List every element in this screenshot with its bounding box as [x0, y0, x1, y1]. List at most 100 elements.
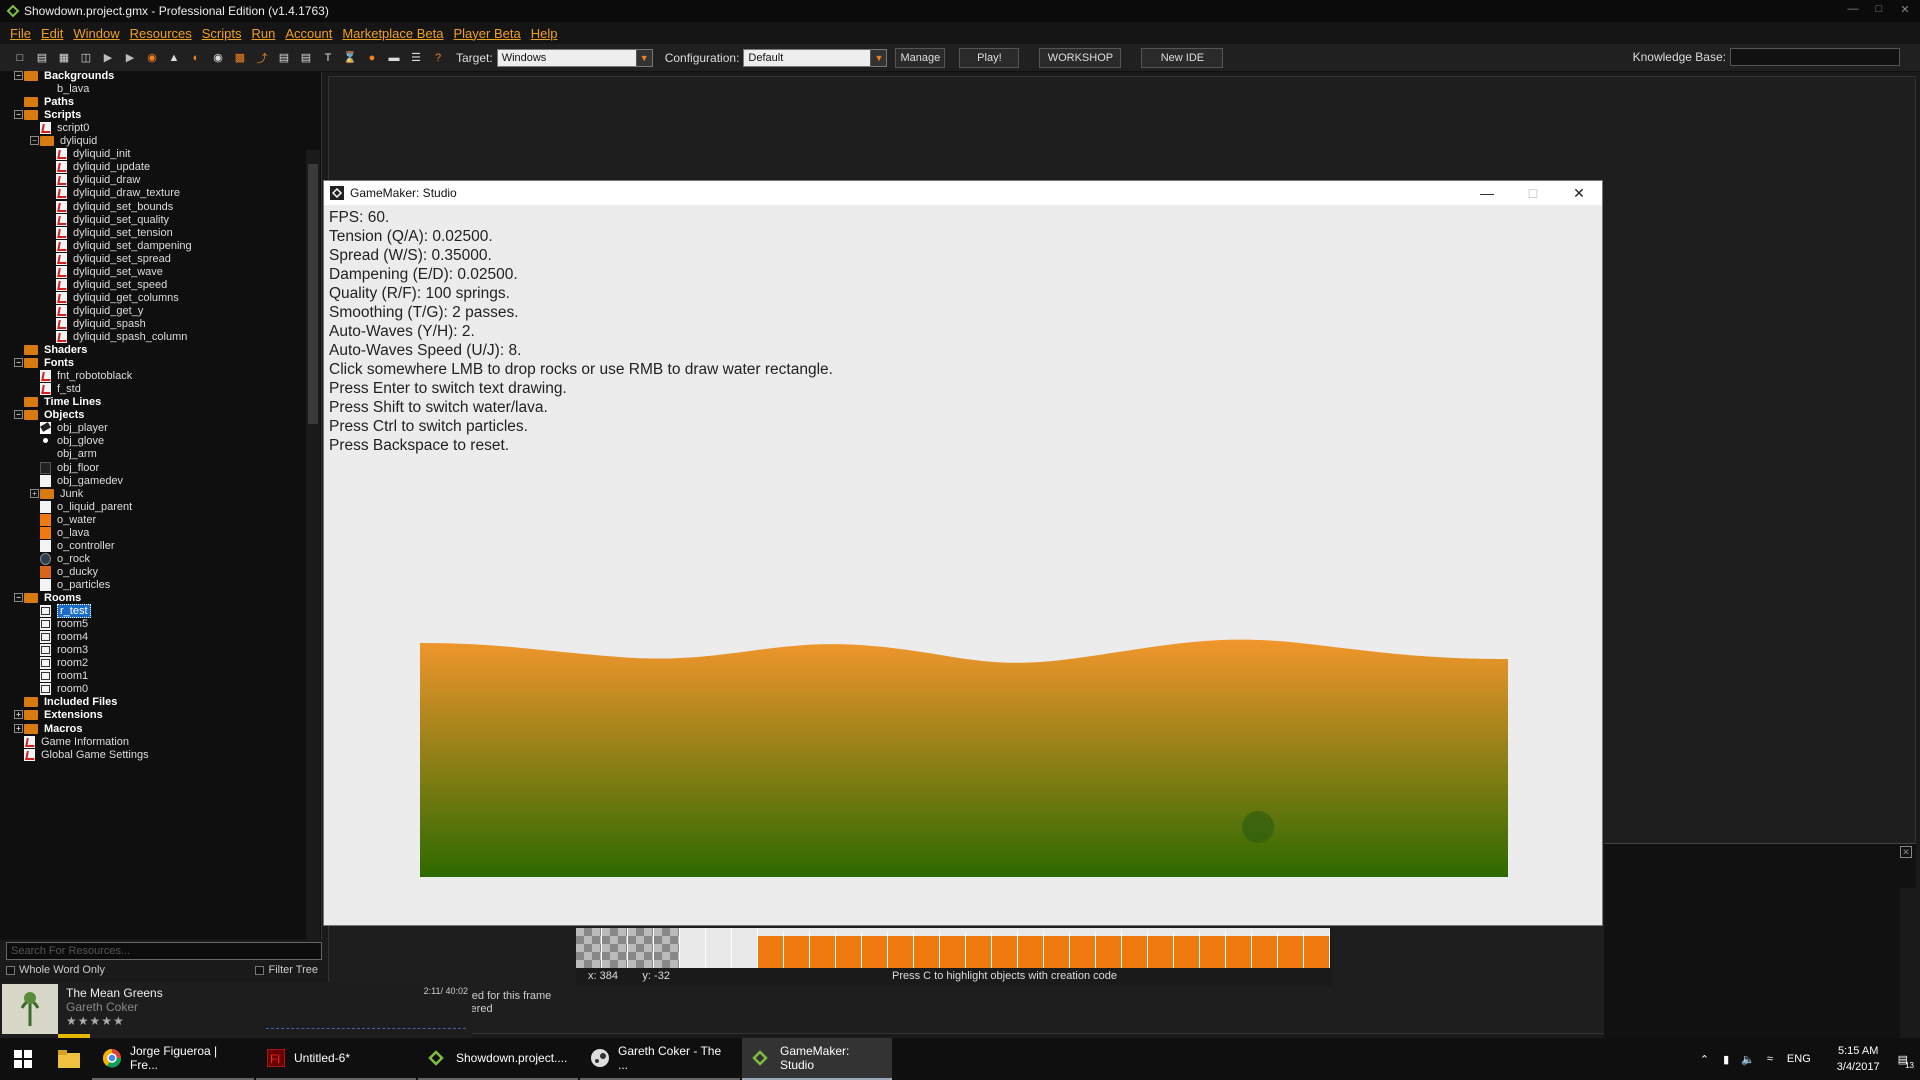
collapse-icon[interactable]: −: [14, 358, 23, 368]
object-icon[interactable]: ●: [364, 50, 380, 66]
network-icon[interactable]: ≈: [1767, 1053, 1773, 1065]
sprite-icon[interactable]: ◐: [188, 50, 204, 66]
checkbox[interactable]: [255, 965, 265, 975]
tile-swatch[interactable]: [992, 928, 1018, 968]
tile-swatch[interactable]: [1278, 928, 1304, 968]
menu-item-marketplace-beta[interactable]: Marketplace Beta: [342, 26, 443, 41]
taskbar-item[interactable]: Jorge Figueroa | Fre...: [92, 1038, 254, 1080]
collapse-icon[interactable]: −: [14, 110, 23, 120]
debug-icon[interactable]: ▶: [122, 50, 138, 66]
collapse-icon[interactable]: −: [14, 593, 23, 602]
resource-search-input[interactable]: Search For Resources...: [6, 942, 322, 960]
battery-icon[interactable]: ▮: [1723, 1053, 1729, 1066]
tree-item[interactable]: Global Game Settings: [24, 747, 149, 763]
tile-swatch[interactable]: [966, 928, 992, 968]
expand-icon[interactable]: +: [14, 710, 23, 720]
play-button[interactable]: Play!: [959, 47, 1020, 68]
tile-swatch[interactable]: [888, 928, 914, 968]
close-icon[interactable]: ✕: [1900, 846, 1912, 858]
chevron-down-icon[interactable]: ▼: [870, 49, 887, 66]
script-icon[interactable]: ▤: [276, 50, 292, 66]
path-icon[interactable]: ⤴: [254, 50, 270, 66]
background-icon[interactable]: ▩: [232, 50, 248, 66]
whole-word-option[interactable]: Whole Word Only: [6, 964, 105, 976]
font-icon[interactable]: T: [320, 50, 336, 66]
tile-swatch[interactable]: [1252, 928, 1278, 968]
start-button[interactable]: [0, 1038, 46, 1080]
tile-swatch[interactable]: [810, 928, 836, 968]
tile-swatch[interactable]: [862, 928, 888, 968]
tile-swatch[interactable]: [654, 928, 680, 968]
lava-surface[interactable]: [420, 181, 1508, 927]
menu-item-edit[interactable]: Edit: [41, 26, 63, 41]
menu-item-help[interactable]: Help: [531, 26, 558, 41]
language-indicator[interactable]: ENG: [1787, 1053, 1811, 1065]
tile-swatch[interactable]: [1018, 928, 1044, 968]
maximize-button[interactable]: □: [1868, 0, 1890, 18]
tile-swatch[interactable]: [1226, 928, 1252, 968]
file-explorer-button[interactable]: [46, 1038, 92, 1080]
menu-item-file[interactable]: File: [10, 26, 31, 41]
menu-item-run[interactable]: Run: [251, 26, 275, 41]
menu-item-account[interactable]: Account: [285, 26, 332, 41]
tile-swatch[interactable]: [940, 928, 966, 968]
tile-swatch[interactable]: [680, 928, 706, 968]
open-icon[interactable]: ▤: [34, 50, 50, 66]
scrollbar-thumb[interactable]: [308, 164, 318, 424]
tile-palette[interactable]: [576, 928, 1332, 968]
notification-icon[interactable]: ▤ 13: [1898, 1053, 1914, 1070]
taskbar-item[interactable]: GameMaker: Studio: [742, 1038, 892, 1080]
taskbar-item[interactable]: Gareth Coker - The ...: [580, 1038, 740, 1080]
menu-item-window[interactable]: Window: [73, 26, 119, 41]
save-icon[interactable]: ▦: [56, 50, 72, 66]
menu-item-scripts[interactable]: Scripts: [202, 26, 242, 41]
panel-scrollbar[interactable]: [1900, 888, 1916, 1038]
collapse-icon[interactable]: −: [30, 136, 39, 146]
tile-swatch[interactable]: [1174, 928, 1200, 968]
target-select[interactable]: Windows ▼: [496, 48, 653, 67]
tile-swatch[interactable]: [576, 928, 602, 968]
close-button[interactable]: ✕: [1894, 0, 1916, 18]
manage-button[interactable]: Manage: [895, 47, 946, 68]
timeline-icon[interactable]: ⌛: [342, 50, 358, 66]
clock[interactable]: 5:15 AM 3/4/2017: [1837, 1043, 1880, 1075]
close-button[interactable]: ✕: [1556, 181, 1602, 205]
tile-swatch[interactable]: [1096, 928, 1122, 968]
menu-item-player-beta[interactable]: Player Beta: [454, 26, 521, 41]
tile-swatch[interactable]: [1148, 928, 1174, 968]
collapse-icon[interactable]: −: [14, 71, 23, 80]
tile-swatch[interactable]: [1304, 928, 1330, 968]
chevron-down-icon[interactable]: ▼: [635, 49, 652, 66]
settings-icon[interactable]: ☰: [408, 50, 424, 66]
rating-stars[interactable]: ★★★★★: [66, 1014, 125, 1028]
run-icon[interactable]: ▶: [100, 50, 116, 66]
checkbox[interactable]: [6, 965, 15, 975]
tile-swatch[interactable]: [1200, 928, 1226, 968]
expand-icon[interactable]: +: [14, 723, 23, 733]
tile-swatch[interactable]: [758, 928, 784, 968]
chevron-up-icon[interactable]: ⌃: [1700, 1053, 1709, 1066]
filter-tree-option[interactable]: Filter Tree: [255, 964, 318, 976]
kb-input[interactable]: [1730, 48, 1900, 66]
tile-swatch[interactable]: [602, 928, 628, 968]
new-ide-button[interactable]: New IDE: [1141, 47, 1224, 68]
build-icon[interactable]: ▲: [166, 50, 182, 66]
menu-item-resources[interactable]: Resources: [130, 26, 192, 41]
tile-swatch[interactable]: [1044, 928, 1070, 968]
collapse-icon[interactable]: −: [14, 410, 23, 420]
tile-swatch[interactable]: [836, 928, 862, 968]
new-file-icon[interactable]: □: [12, 50, 28, 66]
export-icon[interactable]: ◫: [78, 50, 94, 66]
tile-swatch[interactable]: [784, 928, 810, 968]
tile-swatch[interactable]: [1070, 928, 1096, 968]
maximize-button[interactable]: □: [1510, 181, 1556, 205]
tile-swatch[interactable]: [706, 928, 732, 968]
help-icon[interactable]: ?: [430, 50, 446, 66]
shader-icon[interactable]: ▤: [298, 50, 314, 66]
config-select[interactable]: Default ▼: [743, 48, 888, 67]
sound-icon[interactable]: ◉: [210, 50, 226, 66]
room-icon[interactable]: ▬: [386, 50, 402, 66]
stop-icon[interactable]: ◉: [144, 50, 160, 66]
tile-swatch[interactable]: [628, 928, 654, 968]
volume-icon[interactable]: 🔈: [1741, 1053, 1755, 1066]
